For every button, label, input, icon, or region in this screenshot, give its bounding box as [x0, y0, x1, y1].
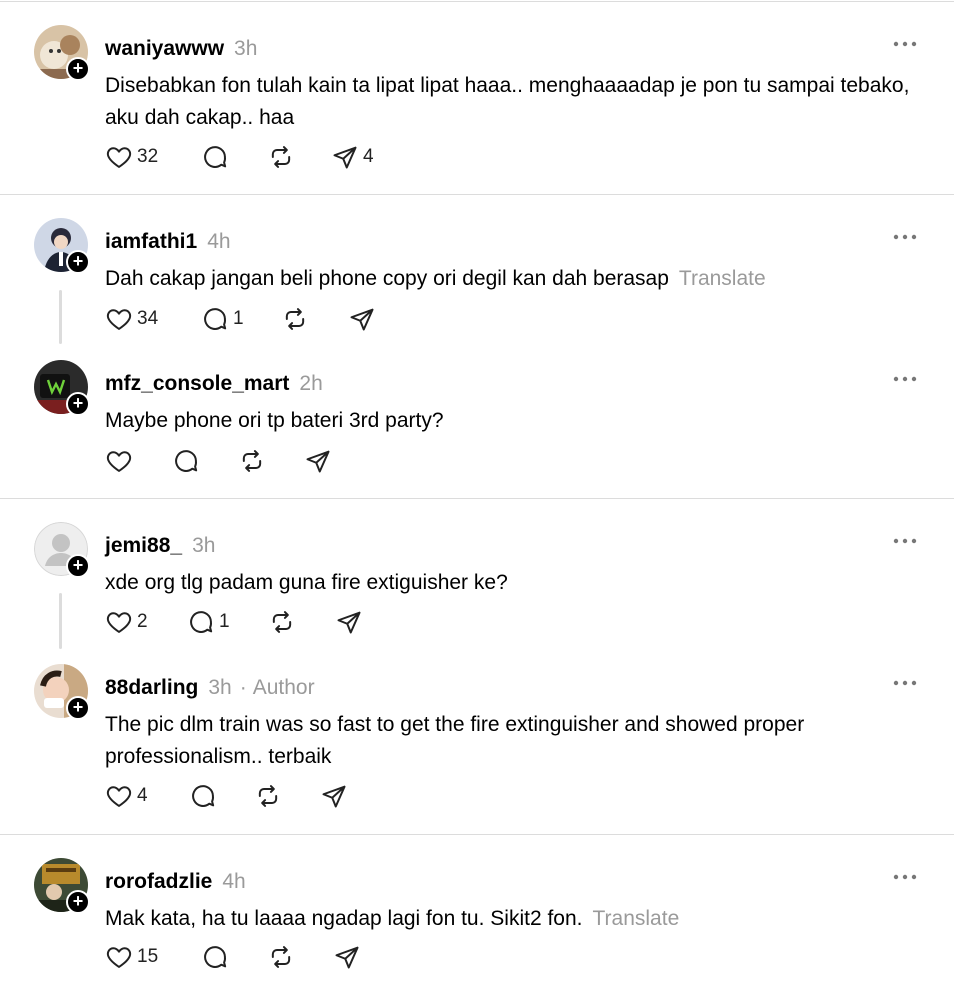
username[interactable]: waniyawww: [105, 37, 224, 60]
follow-plus-icon[interactable]: +: [66, 392, 90, 416]
repost-button[interactable]: [268, 607, 296, 637]
follow-plus-icon[interactable]: +: [66, 696, 90, 720]
post-text: Dah cakap jangan beli phone copy ori deg…: [105, 267, 766, 290]
comment-icon: [192, 785, 215, 807]
send-icon: [322, 785, 346, 808]
post-text: Disebabkan fon tulah kain ta lipat lipat…: [105, 74, 910, 129]
reply-button[interactable]: [201, 142, 233, 172]
repost-button[interactable]: [238, 446, 266, 476]
comment-icon: [175, 450, 198, 472]
heart-icon: [106, 309, 132, 330]
translate-link[interactable]: Translate: [592, 907, 679, 930]
like-button[interactable]: 32: [105, 142, 158, 172]
like-button[interactable]: 2: [105, 607, 148, 637]
more-icon[interactable]: [892, 232, 918, 242]
repost-icon: [271, 146, 291, 168]
comment-icon: [204, 146, 227, 168]
thread-line: [59, 593, 62, 649]
username[interactable]: iamfathi1: [105, 230, 197, 253]
author-badge: Author: [252, 676, 315, 699]
send-icon: [306, 450, 330, 473]
share-button[interactable]: [335, 607, 367, 637]
follow-plus-icon[interactable]: +: [66, 57, 90, 81]
translate-link[interactable]: Translate: [679, 267, 766, 290]
more-icon[interactable]: [892, 374, 918, 384]
like-button[interactable]: 15: [105, 942, 158, 972]
more-icon[interactable]: [892, 678, 918, 688]
timestamp: 4h: [207, 230, 231, 253]
like-count: 34: [137, 308, 159, 329]
follow-plus-icon[interactable]: +: [66, 890, 90, 914]
timestamp: 2h: [299, 372, 323, 395]
timestamp: 3h: [208, 676, 232, 699]
comment-icon: [204, 946, 227, 968]
post-text: xde org tlg padam guna fire extiguisher …: [105, 571, 508, 594]
share-button[interactable]: [333, 942, 365, 972]
share-count: 4: [363, 146, 374, 167]
send-icon: [335, 946, 359, 969]
username[interactable]: rorofadzlie: [105, 870, 212, 893]
repost-icon: [271, 946, 291, 968]
repost-icon: [258, 785, 278, 807]
username[interactable]: mfz_console_mart: [105, 372, 289, 395]
reply-button[interactable]: 1: [187, 607, 230, 637]
share-button[interactable]: 4: [331, 142, 374, 172]
post-text: Maybe phone ori tp bateri 3rd party?: [105, 409, 444, 432]
like-count: 32: [137, 146, 159, 167]
like-count: 4: [137, 785, 148, 806]
heart-icon: [106, 786, 132, 807]
heart-icon: [106, 451, 132, 472]
like-button[interactable]: 34: [105, 304, 158, 334]
share-button[interactable]: [348, 304, 380, 334]
like-count: 15: [137, 946, 159, 967]
share-button[interactable]: [304, 446, 336, 476]
more-icon[interactable]: [892, 39, 918, 49]
divider: [0, 498, 954, 499]
follow-plus-icon[interactable]: +: [66, 250, 90, 274]
reply-button[interactable]: [189, 781, 221, 811]
repost-icon: [242, 450, 262, 472]
repost-button[interactable]: [254, 781, 282, 811]
timestamp: 3h: [234, 37, 258, 60]
divider: [0, 1, 954, 2]
repost-icon: [272, 611, 292, 633]
divider: [0, 834, 954, 835]
reply-button[interactable]: [201, 942, 233, 972]
timestamp: 3h: [192, 534, 216, 557]
reply-count: 1: [219, 611, 230, 632]
divider: [0, 194, 954, 195]
send-icon: [337, 611, 361, 634]
repost-button[interactable]: [267, 142, 295, 172]
send-icon: [350, 308, 374, 331]
heart-icon: [106, 612, 132, 633]
like-button[interactable]: 4: [105, 781, 148, 811]
thread-line: [59, 290, 62, 344]
reply-button[interactable]: [172, 446, 204, 476]
reply-count: 1: [233, 308, 244, 329]
comment-icon: [190, 611, 213, 633]
post-text: Mak kata, ha tu laaaa ngadap lagi fon tu…: [105, 907, 680, 930]
repost-button[interactable]: [281, 304, 309, 334]
username[interactable]: 88darling: [105, 676, 198, 699]
send-icon: [333, 146, 357, 169]
share-button[interactable]: [320, 781, 352, 811]
more-icon[interactable]: [892, 536, 918, 546]
like-count: 2: [137, 611, 148, 632]
heart-icon: [106, 947, 132, 968]
timestamp: 4h: [222, 870, 246, 893]
repost-button[interactable]: [267, 942, 295, 972]
follow-plus-icon[interactable]: +: [66, 554, 90, 578]
comment-icon: [204, 308, 227, 330]
like-button[interactable]: [105, 446, 137, 476]
reply-button[interactable]: 1: [201, 304, 244, 334]
repost-icon: [285, 308, 305, 330]
more-icon[interactable]: [892, 872, 918, 882]
post-text: The pic dlm train was so fast to get the…: [105, 713, 805, 768]
heart-icon: [106, 147, 132, 168]
username[interactable]: jemi88_: [105, 534, 182, 557]
